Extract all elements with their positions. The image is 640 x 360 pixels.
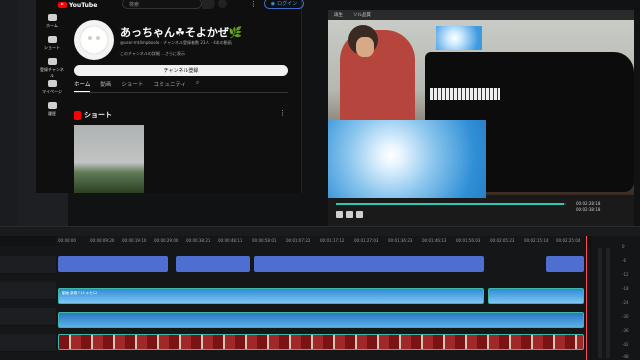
prev-frame-icon[interactable] (336, 211, 343, 218)
shorts-more-icon[interactable]: ⋮ (279, 109, 286, 117)
ruler-tick: 00:02:25:04 (556, 238, 581, 243)
meter-label: -6 (622, 258, 626, 263)
ruler-tick: 00:02:05:23 (490, 238, 515, 243)
shorts-logo-icon (74, 110, 81, 120)
meter-label: -18 (622, 286, 629, 291)
stop-icon[interactable] (356, 211, 363, 218)
ruler-tick: 00:01:36:23 (388, 238, 413, 243)
nav-subscriptions[interactable]: 登録チャンネル (39, 58, 65, 79)
channel-meta: @user-mt4mpboolo · チャンネル登録者数 23人 · 4本の動画 (120, 40, 232, 45)
title-clip[interactable] (546, 256, 584, 272)
search-button[interactable] (202, 0, 215, 9)
track-header[interactable] (0, 334, 56, 352)
title-clip[interactable] (58, 256, 168, 272)
timeline-tracks: 動画 新規 F15 キセ12 (0, 246, 590, 360)
player-tabs: 再生 ソル品質 (328, 10, 634, 20)
search-icon[interactable]: ⌕ (196, 80, 199, 92)
editor-sidebar (0, 0, 18, 230)
meter-bar-left (598, 248, 602, 358)
meter-label: -42 (622, 342, 629, 347)
video-person-face (356, 37, 374, 57)
ruler-tick: 00:01:56:03 (456, 238, 481, 243)
youtube-logo[interactable]: YouTube (58, 0, 97, 10)
video-clip[interactable]: 動画 新規 F15 キセ12 (58, 288, 484, 304)
ruler-tick: 00:02:15:14 (524, 238, 549, 243)
ruler-tick: 00:01:17:12 (320, 238, 345, 243)
subscriptions-icon (47, 58, 57, 65)
channel-description[interactable]: このチャンネルの詳細 ...さらに表示 (120, 51, 185, 57)
home-icon (47, 14, 57, 21)
tab-divider (74, 92, 288, 93)
play-icon[interactable] (346, 211, 353, 218)
playhead[interactable] (586, 236, 587, 360)
ruler-tick: 00:01:46:13 (422, 238, 447, 243)
nav-home[interactable]: ホーム (39, 14, 65, 29)
timecode-total: 00:02:38:18 (576, 207, 601, 212)
timeline-toolbar (0, 226, 640, 236)
subscribe-button[interactable]: チャンネル登録 (74, 65, 288, 76)
video-piano-keys (430, 88, 500, 100)
ruler-tick: 00:01:27:03 (354, 238, 379, 243)
meter-label: -12 (622, 272, 629, 277)
library-icon (47, 80, 57, 87)
youtube-play-icon (58, 2, 67, 8)
meter-label: -30 (622, 314, 629, 319)
timeline-ruler[interactable]: 00:00:00 00:00:09:20 00:00:19:10 00:00:2… (56, 236, 586, 246)
login-button[interactable]: ◉ ログイン (264, 0, 304, 9)
ruler-tick: 00:00:09:20 (90, 238, 115, 243)
track-header[interactable] (0, 308, 56, 326)
player-tab-quality[interactable]: ソル品質 (353, 12, 371, 18)
title-clip[interactable] (176, 256, 250, 272)
shorts-icon (47, 36, 57, 43)
title-clip[interactable] (254, 256, 484, 272)
channel-tabs: ホーム 動画 ショート コミュニティ ⌕ (74, 80, 199, 92)
video-clip[interactable] (488, 288, 584, 304)
account-icon: ◉ (270, 0, 276, 7)
ruler-tick: 00:01:07:22 (286, 238, 311, 243)
nav-history[interactable]: 履歴 (39, 102, 65, 117)
channel-title: あっちゃん☘そよかぜ🌿 (120, 26, 243, 39)
tab-shorts[interactable]: ショート (121, 80, 143, 92)
track-header[interactable] (0, 282, 56, 300)
nav-mypage[interactable]: マイページ (39, 80, 65, 95)
meter-label: -36 (622, 328, 629, 333)
tab-community[interactable]: コミュニティ (153, 80, 186, 92)
meter-label: 0 (622, 244, 625, 249)
youtube-window: ホーム ショート 登録チャンネル マイページ 履歴 YouTube 検索 ⋮ ◉… (36, 0, 304, 193)
meter-label: -48 (622, 354, 629, 359)
audio-meter: 0 -6 -12 -18 -24 -30 -36 -42 -48 (592, 236, 640, 360)
shorts-heading: ショート (74, 110, 112, 120)
nav-shorts[interactable]: ショート (39, 36, 65, 51)
clover-avatar-icon (79, 25, 109, 55)
ruler-tick: 00:00:38:21 (186, 238, 211, 243)
tab-videos[interactable]: 動画 (100, 80, 111, 92)
short-thumbnail[interactable] (74, 125, 144, 193)
ruler-tick: 00:00:58:01 (252, 238, 277, 243)
overlay-sky-clip[interactable] (328, 120, 486, 198)
player-tab-play[interactable]: 再生 (334, 12, 343, 18)
track-header[interactable] (0, 256, 56, 274)
ruler-tick: 00:00:00 (58, 238, 76, 243)
ruler-tick: 00:00:48:11 (218, 238, 243, 243)
timecode-current: 00:02:28:18 (576, 201, 601, 206)
scrubber-progress (336, 203, 564, 205)
channel-avatar[interactable] (74, 20, 114, 60)
video-clip[interactable] (58, 334, 584, 350)
meter-label: -24 (622, 300, 629, 305)
tab-home[interactable]: ホーム (74, 80, 91, 92)
ruler-tick: 00:00:19:10 (122, 238, 147, 243)
ruler-tick: 00:00:29:00 (154, 238, 179, 243)
clip-label: 動画 新規 F15 キセ12 (62, 291, 98, 295)
mic-icon[interactable] (218, 0, 227, 8)
more-icon[interactable]: ⋮ (250, 0, 257, 8)
youtube-nav: ホーム ショート 登録チャンネル マイページ 履歴 (36, 0, 68, 145)
history-icon (47, 102, 57, 109)
overlay-sky-small[interactable] (436, 26, 482, 50)
video-clip[interactable] (58, 312, 584, 328)
search-input[interactable]: 検索 (122, 0, 202, 9)
meter-bar-right (606, 248, 610, 358)
